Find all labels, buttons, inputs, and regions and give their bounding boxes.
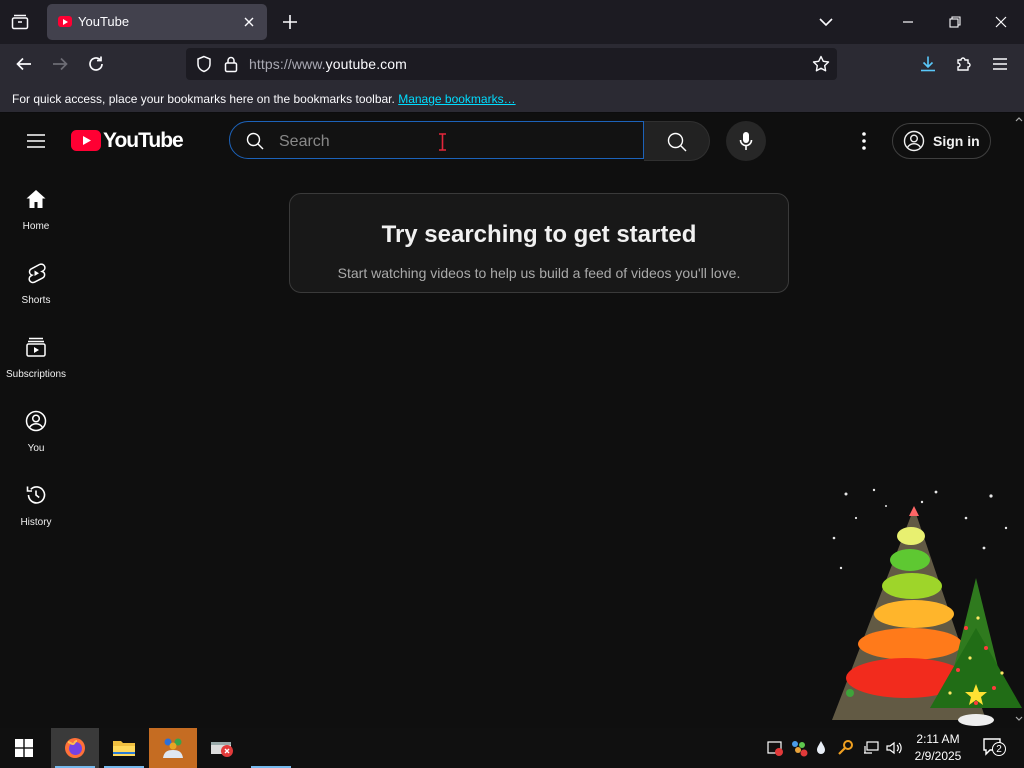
- clock-time: 2:11 AM: [916, 732, 960, 746]
- tab-title: YouTube: [78, 14, 130, 29]
- network-error-icon[interactable]: [790, 739, 808, 757]
- guide-label: History: [20, 517, 52, 528]
- droplet-icon[interactable]: [814, 739, 832, 757]
- sign-in-button[interactable]: Sign in: [892, 123, 991, 159]
- youtube-favicon-icon: [58, 16, 72, 27]
- downloads-icon[interactable]: [916, 53, 940, 75]
- url-host: youtube.com: [325, 56, 407, 72]
- guide-menu-icon[interactable]: [24, 129, 48, 153]
- url-text[interactable]: https://www.youtube.com: [249, 56, 407, 72]
- restore-window-icon[interactable]: [943, 11, 967, 33]
- chevron-down-icon[interactable]: [814, 11, 838, 33]
- youtube-logo-icon[interactable]: [71, 130, 101, 151]
- guide-item-shorts[interactable]: Shorts: [0, 243, 72, 317]
- search-input[interactable]: [277, 130, 621, 154]
- new-tab-icon[interactable]: [278, 11, 302, 33]
- text-cursor-icon: [436, 132, 448, 152]
- scroll-up-icon[interactable]: [1014, 115, 1023, 123]
- bookmarks-toolbar: For quick access, place your bookmarks h…: [0, 84, 1024, 113]
- back-icon[interactable]: [12, 53, 36, 75]
- tab-youtube[interactable]: YouTube: [47, 4, 267, 40]
- microphone-icon: [738, 131, 754, 151]
- notification-count-badge: 2: [992, 742, 1006, 756]
- shorts-icon: [24, 261, 48, 285]
- guide-label: You: [27, 443, 45, 454]
- guide-label: Home: [22, 221, 50, 232]
- navigation-toolbar: https://www.youtube.com: [0, 44, 1024, 84]
- taskbar-firefox[interactable]: [51, 728, 99, 768]
- youtube-masthead: YouTube Sign in: [0, 113, 1012, 169]
- action-center-shield-icon[interactable]: [766, 739, 784, 757]
- volume-icon[interactable]: [885, 739, 903, 757]
- security-app-icon: [209, 737, 235, 759]
- home-icon: [24, 187, 48, 211]
- bookmarks-toolbar-message: For quick access, place your bookmarks h…: [12, 92, 516, 106]
- account-circle-icon: [903, 130, 925, 152]
- close-tab-icon[interactable]: [239, 12, 259, 32]
- taskbar-security-app[interactable]: [198, 728, 246, 768]
- search-key-icon[interactable]: [837, 739, 855, 757]
- clock[interactable]: 2:11 AM 2/9/2025: [908, 731, 968, 765]
- empty-feed-title: Try searching to get started: [381, 221, 697, 248]
- minimize-icon[interactable]: [896, 11, 920, 33]
- close-window-icon[interactable]: [989, 11, 1013, 33]
- history-icon: [24, 483, 48, 507]
- you-icon: [24, 409, 48, 433]
- empty-feed-subtitle: Start watching videos to help us build a…: [337, 265, 741, 281]
- network-icon[interactable]: [862, 739, 880, 757]
- manage-bookmarks-link[interactable]: Manage bookmarks…: [398, 92, 515, 106]
- windows-taskbar: 2:11 AM 2/9/2025 2: [0, 728, 1024, 768]
- taskbar-file-explorer[interactable]: [100, 728, 148, 768]
- clock-date: 2/9/2025: [914, 749, 962, 763]
- guide-label: Shorts: [21, 295, 51, 306]
- taskbar-people-app[interactable]: [149, 728, 197, 768]
- menu-hamburger-icon[interactable]: [988, 53, 1012, 75]
- windows-logo-icon: [15, 739, 33, 757]
- tab-bar: YouTube: [0, 0, 1024, 44]
- guide-item-subscriptions[interactable]: Subscriptions: [0, 317, 72, 391]
- extensions-icon[interactable]: [952, 53, 976, 75]
- sign-in-label: Sign in: [933, 133, 980, 149]
- url-scheme: https://www.: [249, 56, 326, 72]
- firefox-icon: [63, 736, 87, 760]
- subscriptions-icon: [24, 335, 48, 359]
- list-all-tabs-icon[interactable]: [8, 11, 32, 33]
- tracking-protection-shield-icon[interactable]: [194, 55, 214, 73]
- search-box[interactable]: [229, 121, 644, 159]
- address-bar[interactable]: https://www.youtube.com: [186, 48, 837, 80]
- forward-icon[interactable]: [48, 53, 72, 75]
- guide-label: Subscriptions: [5, 369, 67, 380]
- search-button[interactable]: [644, 121, 710, 161]
- bookmark-star-icon[interactable]: [810, 55, 832, 73]
- guide-item-you[interactable]: You: [0, 391, 72, 465]
- reload-icon[interactable]: [84, 53, 108, 75]
- notifications-icon[interactable]: 2: [982, 737, 1006, 759]
- youtube-page: YouTube Sign in: [0, 113, 1024, 728]
- bookmarks-message-text: For quick access, place your bookmarks h…: [12, 92, 395, 106]
- voice-search-button[interactable]: [726, 121, 766, 161]
- start-button[interactable]: [0, 728, 48, 768]
- youtube-logo-text[interactable]: YouTube: [103, 129, 184, 153]
- file-explorer-icon: [112, 738, 136, 758]
- search-icon: [245, 131, 265, 151]
- search-icon: [666, 131, 688, 153]
- settings-more-icon[interactable]: [850, 129, 878, 153]
- empty-feed-card: Try searching to get started Start watch…: [289, 193, 789, 293]
- people-app-icon: [160, 736, 186, 760]
- guide-item-home[interactable]: Home: [0, 169, 72, 243]
- guide-item-history[interactable]: History: [0, 465, 72, 539]
- lock-icon[interactable]: [221, 55, 241, 73]
- christmas-tree-decoration: [826, 488, 1024, 728]
